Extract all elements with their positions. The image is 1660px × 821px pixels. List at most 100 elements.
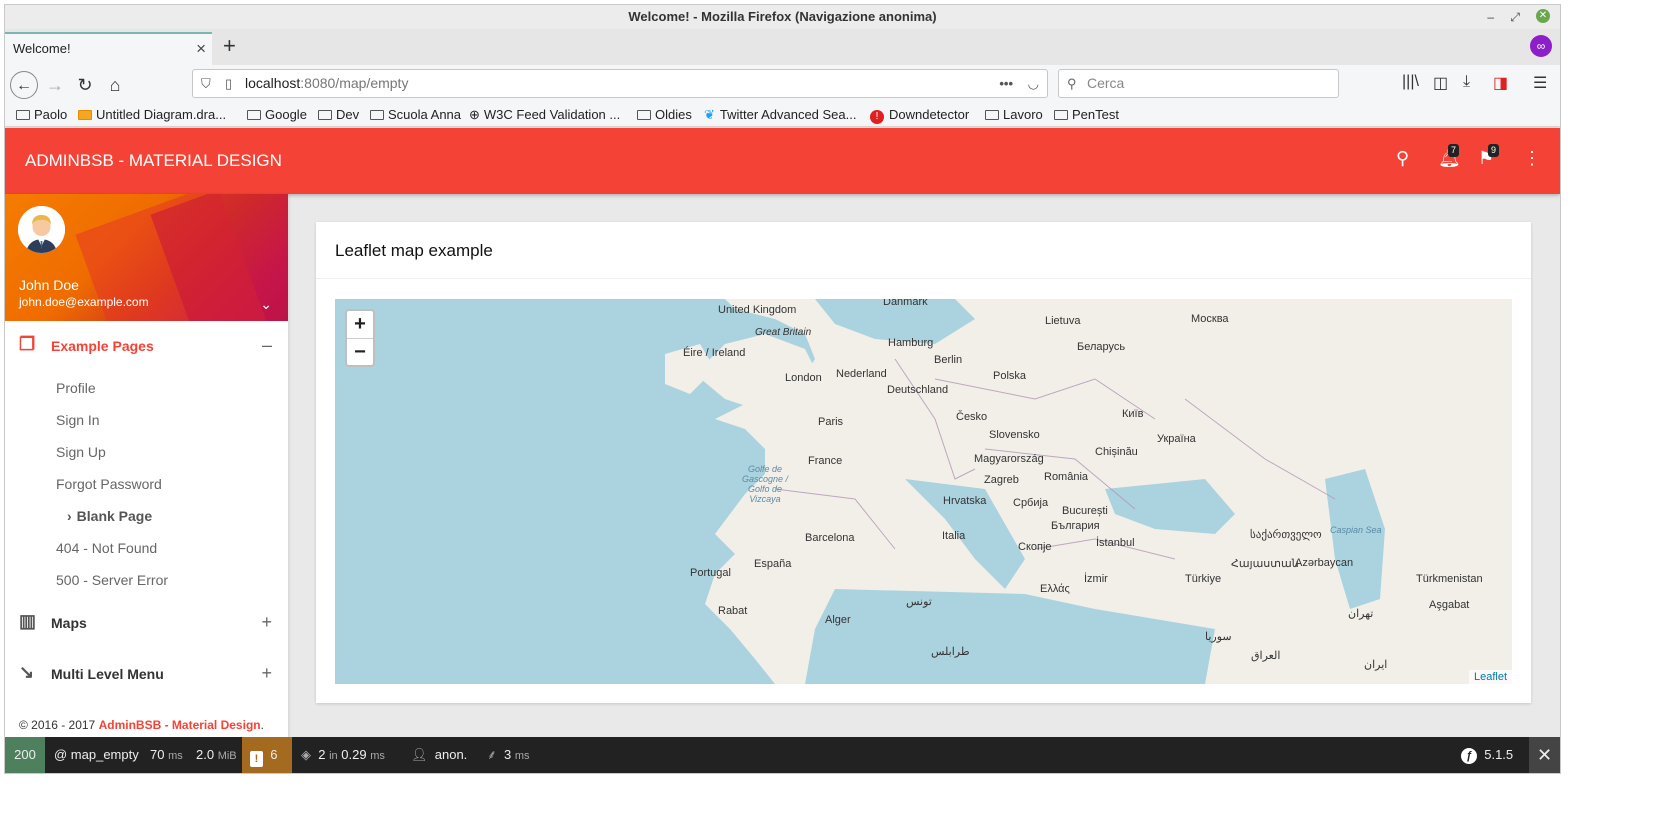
maximize-button[interactable]: ⤢: [1510, 5, 1520, 29]
left-sidebar: John Doe john.doe@example.com ⌄ ❐ Exampl…: [5, 194, 288, 738]
globe-icon: ⊕: [469, 107, 480, 122]
zoom-out-button[interactable]: −: [347, 338, 373, 365]
more-vert-icon[interactable]: ⋮: [1523, 148, 1541, 169]
reload-button[interactable]: ↻: [71, 71, 99, 99]
sidebar-item-profile[interactable]: Profile: [56, 380, 96, 396]
search-icon[interactable]: ⚲: [1396, 148, 1409, 169]
bookmark-folder[interactable]: Lavoro: [985, 107, 1043, 122]
bookmark-link[interactable]: ❦ Twitter Advanced Sea...: [704, 107, 856, 123]
map-label: Скопје: [1018, 541, 1052, 553]
drawio-icon: [78, 110, 92, 120]
new-tab-button[interactable]: +: [223, 33, 236, 59]
browser-window: Welcome! - Mozilla Firefox (Navigazione …: [5, 5, 1560, 773]
footer-brand-link[interactable]: AdminBSB - Material Design: [99, 718, 261, 732]
sidebar-item-forgot-password[interactable]: Forgot Password: [56, 476, 162, 492]
extension-icon[interactable]: ◨: [1493, 73, 1508, 93]
downdetector-icon: !: [870, 110, 884, 124]
zoom-in-button[interactable]: +: [347, 311, 373, 338]
bookmark-folder[interactable]: PenTest: [1054, 107, 1119, 122]
map-label: تهران: [1348, 608, 1374, 620]
leaflet-attribution-link[interactable]: Leaflet: [1468, 670, 1512, 684]
map-label: Italia: [942, 530, 966, 542]
symfony-logo-icon: ƒ: [1461, 748, 1477, 764]
user-name: John Doe: [19, 277, 79, 293]
page-actions-icon[interactable]: •••: [999, 70, 1013, 97]
collapse-icon[interactable]: –: [262, 335, 272, 356]
bookmark-folder[interactable]: Dev: [318, 107, 359, 122]
leaflet-map[interactable]: + − United Kingdom Danmark Lietuva Москв…: [335, 299, 1512, 684]
minimize-button[interactable]: –: [1487, 5, 1494, 29]
home-button[interactable]: ⌂: [101, 71, 129, 99]
bookmark-folder[interactable]: Paolo: [16, 107, 67, 122]
page-info-icon[interactable]: ▯: [225, 70, 232, 97]
map-label: Chișinău: [1095, 446, 1138, 458]
security-user[interactable]: 👤︎ anon.: [411, 737, 467, 773]
sidebar-item-multi-level-menu[interactable]: ↘ Multi Level Menu +: [5, 654, 288, 694]
map-label: Éire / Ireland: [683, 347, 746, 359]
map-label: Київ: [1122, 408, 1144, 420]
bookmark-link[interactable]: ! Downdetector: [870, 107, 969, 124]
tab-label: Welcome!: [13, 41, 71, 56]
downloads-icon[interactable]: ⤓: [1463, 73, 1470, 91]
url-host: localhost: [245, 75, 301, 91]
sidebar-item-blank-page[interactable]: › Blank Page: [67, 508, 152, 524]
chevron-down-icon[interactable]: ⌄: [260, 296, 272, 313]
bookmark-folder[interactable]: Scuola Anna: [370, 107, 461, 122]
close-toolbar-icon[interactable]: ✕: [1529, 737, 1560, 773]
folder-icon: [370, 110, 384, 120]
window-title: Welcome! - Mozilla Firefox (Navigazione …: [5, 5, 1560, 29]
user-info-panel: John Doe john.doe@example.com ⌄: [5, 194, 288, 321]
warnings-badge[interactable]: ! 6: [242, 737, 292, 773]
map-label: United Kingdom: [718, 304, 797, 316]
back-button[interactable]: ←: [10, 71, 38, 99]
memory-usage[interactable]: 2.0 MiB: [196, 737, 237, 773]
app-brand[interactable]: ADMINBSB - MATERIAL DESIGN: [25, 128, 282, 194]
twig-render-time[interactable]: ⸙ 3 ms: [487, 737, 530, 773]
search-input[interactable]: ⚲ Cerca: [1058, 69, 1339, 98]
map-tiles: [665, 299, 1512, 684]
database-layers-icon: ◈: [301, 747, 311, 762]
forward-button[interactable]: →: [41, 71, 69, 99]
map-label: Deutschland: [887, 384, 949, 396]
url-bar[interactable]: ⛉ ▯ localhost:8080/map/empty ••• ◡: [192, 69, 1048, 98]
map-label: Česko: [956, 411, 988, 423]
sidebar-toggle-icon[interactable]: ◫: [1433, 73, 1448, 93]
menu-icon[interactable]: ☰: [1533, 73, 1547, 93]
flag-icon[interactable]: ⚑ 9: [1478, 144, 1500, 169]
route-name[interactable]: @ map_empty: [54, 737, 139, 773]
copy-pages-icon: ❐: [19, 334, 36, 354]
sidebar-item-sign-in[interactable]: Sign In: [56, 412, 100, 428]
search-icon: ⚲: [1067, 76, 1077, 91]
map-label: Zagreb: [984, 474, 1019, 486]
sidebar-item-404[interactable]: 404 - Not Found: [56, 540, 157, 556]
library-icon[interactable]: |||\: [1402, 73, 1419, 91]
navigation-toolbar: ← → ↻ ⌂ ⛉ ▯ localhost:8080/map/empty •••…: [5, 65, 1560, 105]
close-window-button[interactable]: ✕: [1536, 9, 1550, 23]
bookmark-link[interactable]: Untitled Diagram.dra...: [78, 107, 226, 122]
status-code-badge[interactable]: 200: [5, 737, 45, 773]
map-label: Nederland: [836, 368, 887, 380]
map-label: العراق: [1251, 650, 1281, 662]
sidebar-item-maps[interactable]: ▥ Maps +: [5, 603, 288, 643]
notifications-bell-icon[interactable]: 🔔︎ 7: [1438, 144, 1461, 169]
sidebar-item-example-pages[interactable]: ❐ Example Pages –: [5, 326, 288, 366]
symfony-version[interactable]: ƒ 5.1.5: [1461, 737, 1513, 773]
zoom-control: + −: [345, 309, 375, 367]
bookmark-link[interactable]: ⊕ W3C Feed Validation ...: [469, 107, 620, 123]
expand-icon[interactable]: +: [261, 663, 272, 684]
map-label: London: [785, 372, 822, 384]
folder-icon: [247, 110, 261, 120]
map-label: Україна: [1157, 433, 1196, 445]
sidebar-item-sign-up[interactable]: Sign Up: [56, 444, 106, 460]
sidebar-item-500[interactable]: 500 - Server Error: [56, 572, 168, 588]
expand-icon[interactable]: +: [261, 612, 272, 633]
bookmark-folder[interactable]: Oldies: [637, 107, 692, 122]
database-queries[interactable]: ◈ 2 in 0.29 ms: [301, 737, 385, 773]
map-label: İstanbul: [1096, 537, 1135, 549]
shield-icon[interactable]: ⛉: [201, 70, 211, 97]
close-tab-icon[interactable]: ×: [196, 34, 206, 64]
request-time[interactable]: 70 ms: [150, 737, 183, 773]
pocket-icon[interactable]: ◡: [1028, 70, 1039, 97]
bookmark-folder[interactable]: Google: [247, 107, 307, 122]
tab-welcome[interactable]: Welcome! ×: [5, 32, 212, 65]
